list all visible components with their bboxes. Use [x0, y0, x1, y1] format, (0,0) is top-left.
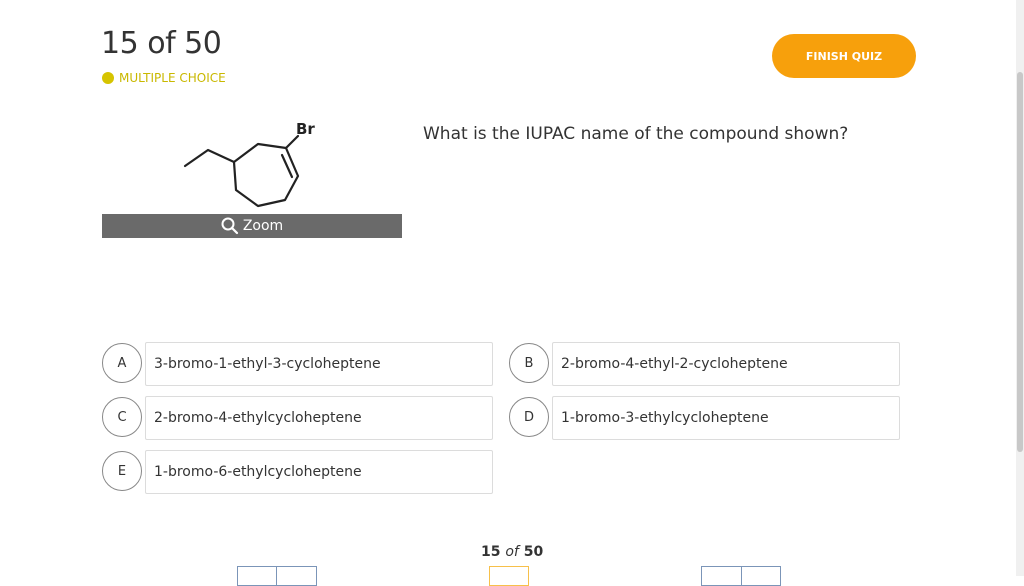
option-letter: B	[509, 343, 549, 383]
question-type-label: MULTIPLE CHOICE	[119, 71, 226, 85]
scrollbar-thumb[interactable]	[1017, 72, 1023, 452]
question-type: MULTIPLE CHOICE	[102, 71, 226, 85]
bromine-label: Br	[296, 120, 315, 138]
next-page-button[interactable]	[701, 566, 742, 586]
option-letter: D	[509, 397, 549, 437]
question-counter: 15 of 50	[101, 26, 222, 61]
page-scrollbar[interactable]	[1016, 0, 1024, 576]
zoom-label: Zoom	[242, 218, 284, 234]
option-letter: C	[102, 397, 142, 437]
pager-of: of	[505, 544, 519, 560]
last-page-button[interactable]	[741, 566, 781, 586]
question-text: What is the IUPAC name of the compound s…	[423, 124, 849, 144]
first-page-button[interactable]	[237, 566, 277, 586]
type-dot-icon	[102, 72, 114, 84]
option-text: 1-bromo-3-ethylcycloheptene	[552, 396, 900, 440]
pager-total: 50	[523, 544, 544, 560]
option-text: 1-bromo-6-ethylcycloheptene	[145, 450, 493, 494]
option-letter: E	[102, 451, 142, 491]
current-page-button[interactable]	[489, 566, 529, 586]
pager-label: 15 of 50	[481, 544, 543, 560]
prev-page-button[interactable]	[276, 566, 317, 586]
option-text: 2-bromo-4-ethylcycloheptene	[145, 396, 493, 440]
search-icon	[221, 217, 238, 235]
option-text: 2-bromo-4-ethyl-2-cycloheptene	[552, 342, 900, 386]
molecule-structure: Br	[183, 120, 315, 208]
option-letter: A	[102, 343, 142, 383]
finish-quiz-button[interactable]: FINISH QUIZ	[772, 34, 916, 78]
pager-current: 15	[481, 544, 501, 560]
zoom-button[interactable]: Zoom	[102, 214, 402, 238]
option-text: 3-bromo-1-ethyl-3-cycloheptene	[145, 342, 493, 386]
